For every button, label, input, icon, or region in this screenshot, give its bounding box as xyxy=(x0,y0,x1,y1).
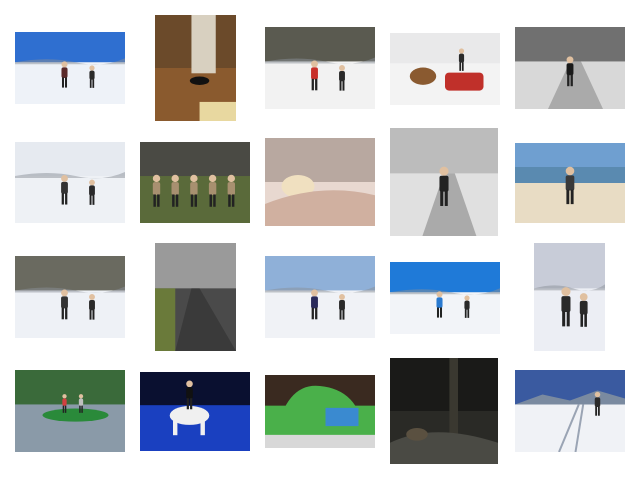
family-cross-country-skiing-photo[interactable] xyxy=(265,27,375,109)
road-to-horizon-photo[interactable] xyxy=(155,243,236,351)
dark-room-figure-photo[interactable] xyxy=(390,358,498,464)
bw-skier-on-trail-photo[interactable] xyxy=(515,27,625,109)
cat-on-wood-floor-photo[interactable] xyxy=(155,15,236,121)
groomed-ski-track-photo[interactable] xyxy=(515,370,625,452)
photo-grid xyxy=(0,0,640,480)
beach-walker-with-dogs-photo[interactable] xyxy=(515,143,625,223)
snowy-hikers-sun-photo[interactable] xyxy=(15,32,125,104)
group-on-bench-landscape-photo[interactable] xyxy=(140,142,250,223)
green-rowboat-on-lake-photo[interactable] xyxy=(15,370,125,452)
skiers-mountain-view-photo[interactable] xyxy=(265,256,375,338)
horse-drawn-sleigh-photo[interactable] xyxy=(390,33,500,105)
ski-tracks-near-forest-photo[interactable] xyxy=(15,256,125,338)
horse-rider-show-arena-photo[interactable] xyxy=(140,372,250,451)
sleeping-child-in-bed-photo[interactable] xyxy=(265,138,375,226)
skier-on-slope-trees-photo[interactable] xyxy=(534,243,605,351)
green-birthday-cake-photo[interactable] xyxy=(265,375,375,448)
skier-in-blue-sky-photo[interactable] xyxy=(390,262,500,334)
bw-person-on-bench-photo[interactable] xyxy=(390,128,498,236)
skiers-in-snowstorm-photo[interactable] xyxy=(15,142,125,223)
